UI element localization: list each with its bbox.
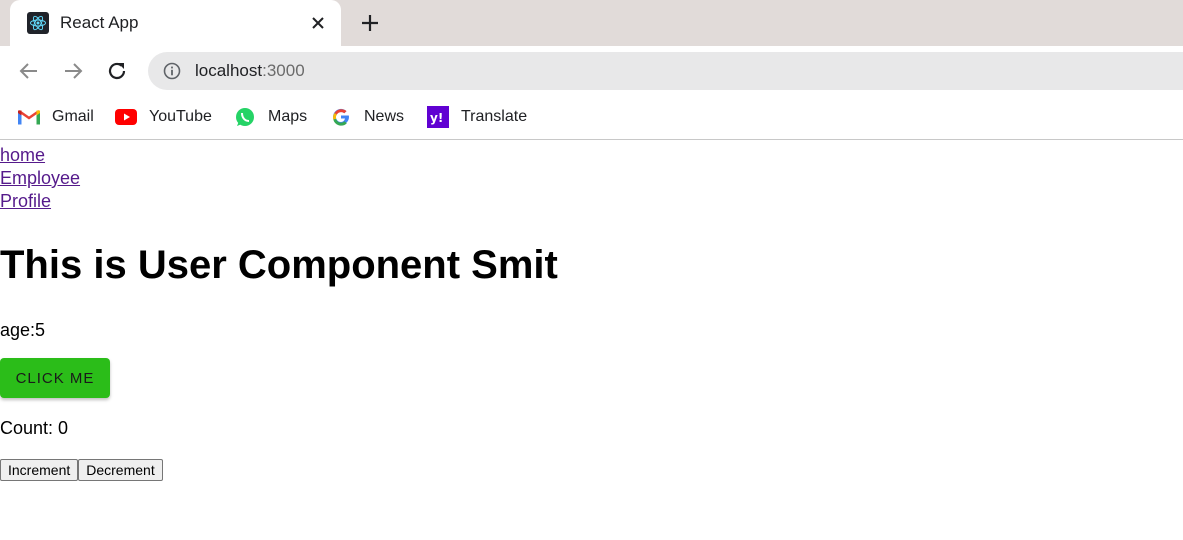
profile-link[interactable]: Profile [0,190,80,213]
bookmark-label: Translate [461,108,528,125]
page-content: home Employee Profile This is User Compo… [0,141,1183,540]
youtube-icon [115,106,137,128]
tab-strip: React App [0,0,1183,46]
click-me-button[interactable]: CLICK ME [0,358,110,398]
decrement-button[interactable]: Decrement [78,459,163,481]
forward-arrow-icon[interactable] [60,58,86,84]
age-text: age:5 [0,320,46,340]
bookmark-translate[interactable]: y! Translate [427,105,527,129]
address-bar[interactable]: localhost:3000 [148,52,1183,90]
url-text: localhost:3000 [195,61,305,80]
yahoo-icon: y! [427,106,449,128]
count-text: Count: 0 [0,418,69,438]
increment-button[interactable]: Increment [0,459,79,481]
svg-text:y!: y! [430,111,443,125]
bookmark-label: News [364,108,405,125]
bookmark-label: YouTube [149,108,212,125]
employee-link[interactable]: Employee [0,167,80,190]
browser-toolbar: localhost:3000 [0,46,1183,96]
bookmark-label: Maps [268,108,308,125]
bookmark-youtube[interactable]: YouTube [115,105,212,129]
info-icon[interactable] [163,62,181,80]
bookmark-maps[interactable]: Maps [234,105,307,129]
home-link[interactable]: home [0,144,80,167]
tab-title: React App [60,13,139,32]
bookmark-gmail[interactable]: Gmail [18,105,94,129]
nav-links: home Employee Profile [0,144,80,213]
gmail-icon [18,106,40,128]
reload-icon[interactable] [104,58,130,84]
counter-buttons: Increment Decrement [0,459,163,481]
close-icon[interactable] [308,13,328,33]
page-heading: This is User Component Smit [0,243,558,287]
bookmark-label: Gmail [52,108,94,125]
whatsapp-icon [234,106,256,128]
browser-tab[interactable]: React App [10,0,341,46]
bookmark-news[interactable]: News [330,105,404,129]
bookmarks-bar: Gmail YouTube Maps News y! Translate [0,96,1183,140]
back-arrow-icon[interactable] [16,58,42,84]
google-icon [330,106,352,128]
react-icon [27,12,49,34]
plus-icon[interactable] [358,11,382,35]
